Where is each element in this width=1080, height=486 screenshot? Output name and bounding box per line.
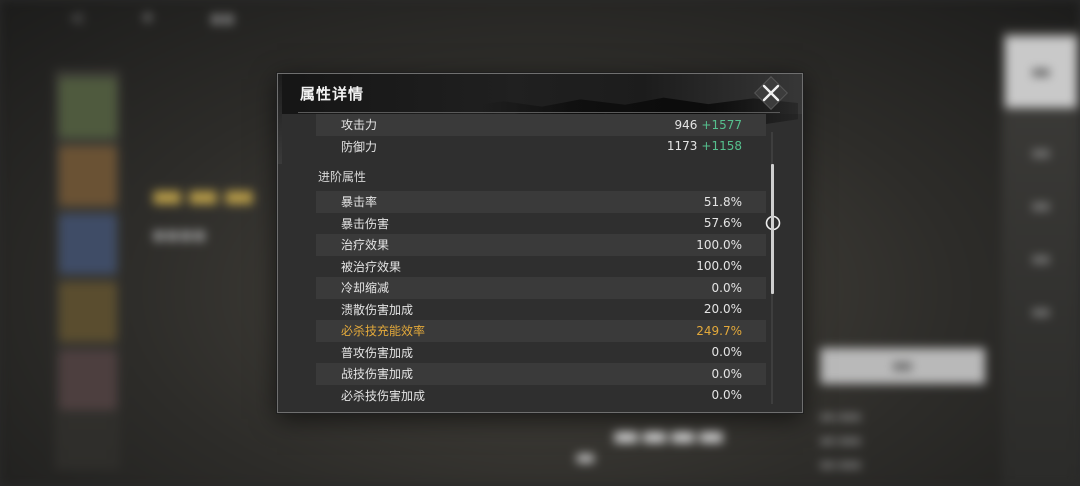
rarity-badge: ▬▬▬ (150, 175, 259, 216)
scrollbar-thumb[interactable] (771, 164, 774, 294)
stat-value: 1173 (666, 139, 698, 154)
stat-row-healed: 被治疗效果 100.0% (316, 256, 766, 278)
background-side-menu: ▪▪ ▪▪ ▪▪ ▪▪ ▪▪ (1002, 30, 1080, 486)
stat-row-defense: 防御力 1173 +1158 (316, 136, 766, 158)
stat-label: 冷却缩减 (341, 281, 390, 296)
stat-row-healing: 治疗效果 100.0% (316, 234, 766, 256)
stat-label: 必杀技充能效率 (341, 324, 426, 339)
header-divider (298, 112, 780, 113)
stat-bonus: +1577 (701, 117, 742, 132)
stat-value: 100.0% (696, 237, 742, 252)
background-tab: ▪▪ (210, 8, 235, 29)
background-character-list (55, 70, 120, 470)
side-menu-item: ▪▪ (1032, 199, 1050, 214)
stat-value: 51.8% (703, 194, 742, 209)
character-portrait (59, 146, 117, 206)
stat-row-crit-rate: 暴击率 51.8% (316, 191, 766, 213)
share-icon: < (70, 8, 86, 29)
character-portrait (59, 78, 117, 138)
stat-label: 暴击率 (341, 195, 378, 210)
character-name: ▪▪▪▪ (152, 222, 207, 246)
background-stat-lines: ▪▪ ▪▪▪ ▪▪ ▪▪▪ ▪▪ ▪▪▪ (820, 410, 861, 471)
header-edge-decoration (278, 74, 282, 164)
stat-bonus: +1158 (701, 139, 742, 154)
stat-label: 防御力 (341, 139, 378, 154)
stat-value: 0.0% (711, 366, 743, 381)
stat-value: 0.0% (711, 388, 743, 403)
side-menu-item: ▪▪ (1032, 252, 1050, 267)
stat-label: 被治疗效果 (341, 259, 402, 274)
close-icon (762, 84, 780, 102)
stat-label: 普攻伤害加成 (341, 345, 414, 360)
character-portrait (59, 350, 117, 410)
stat-value: 57.6% (703, 216, 742, 231)
side-menu-item: ▪▪ (1032, 146, 1050, 161)
background-action-button: ▪▪ (820, 348, 985, 384)
dialog-title: 属性详情 (300, 85, 365, 103)
stat-label: 必杀技伤害加成 (341, 388, 426, 403)
stat-row-cooldown: 冷却缩减 0.0% (316, 277, 766, 299)
character-portrait (59, 282, 117, 342)
stat-value: 0.0% (711, 345, 743, 360)
stat-label: 暴击伤害 (341, 216, 390, 231)
stat-label: 治疗效果 (341, 238, 390, 253)
stat-label: 溃散伤害加成 (341, 302, 414, 317)
stat-value: 100.0% (696, 259, 742, 274)
character-portrait (59, 214, 117, 274)
background-power-value: ▬▬▬▬ (612, 418, 726, 453)
stat-row-ult-damage: 必杀技伤害加成 0.0% (316, 385, 766, 407)
stat-value-group: 946 +1577 (675, 118, 743, 132)
stat-value: 20.0% (703, 302, 742, 317)
stat-row-break-damage: 溃散伤害加成 20.0% (316, 299, 766, 321)
background-level-value: ▬ (575, 445, 596, 470)
stat-row-skill-damage: 战技伤害加成 0.0% (316, 363, 766, 385)
stat-row-ult-energy: 必杀技充能效率 249.7% (316, 320, 766, 342)
stat-label: 战技伤害加成 (341, 367, 414, 382)
side-menu-item: ▪▪ (1005, 36, 1077, 108)
settings-icon: ✦ (140, 8, 156, 29)
stat-row-crit-damage: 暴击伤害 57.6% (316, 213, 781, 235)
stat-value-group: 1173 +1158 (667, 139, 742, 153)
background-topbar: < ✦ ▪▪ (70, 8, 235, 29)
attribute-details-dialog: 属性详情 攻击力 946 +1577 防御力 1173 +1158 进阶属性 暴… (277, 73, 803, 413)
close-button[interactable] (754, 79, 788, 107)
stat-value: 946 (674, 117, 698, 132)
attribute-list: 攻击力 946 +1577 防御力 1173 +1158 进阶属性 暴击率 51… (316, 114, 781, 407)
stat-value: 249.7% (696, 323, 742, 338)
section-title-advanced: 进阶属性 (318, 169, 367, 184)
stat-value: 0.0% (711, 280, 743, 295)
stat-row-attack: 攻击力 946 +1577 (316, 114, 766, 136)
stat-row-basic-damage: 普攻伤害加成 0.0% (316, 342, 766, 364)
side-menu-item: ▪▪ (1032, 305, 1050, 320)
stat-label: 攻击力 (341, 118, 378, 133)
